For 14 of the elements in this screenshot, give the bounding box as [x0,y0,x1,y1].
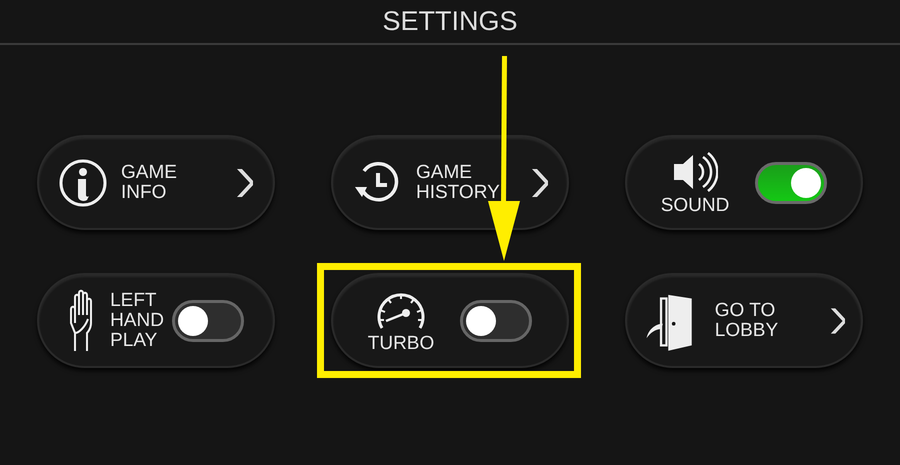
toggle-label: SOUND [660,196,730,216]
speaker-icon [672,150,718,194]
toggle-label: TURBO [368,334,434,354]
settings-title: SETTINGS [382,8,518,35]
toggle-switch[interactable] [460,300,532,342]
toggle-switch[interactable] [172,300,244,342]
chevron-icon [235,166,253,198]
menu-button[interactable]: GAME HISTORY [331,135,569,230]
toggle-label: LEFT HAND PLAY [110,290,164,350]
chevron-icon [530,166,548,198]
menu-button[interactable]: GAME INFO [37,135,275,230]
menu-button[interactable]: GO TO LOBBY [625,273,863,368]
info-icon [59,158,107,206]
toggle-switch[interactable] [755,162,828,204]
